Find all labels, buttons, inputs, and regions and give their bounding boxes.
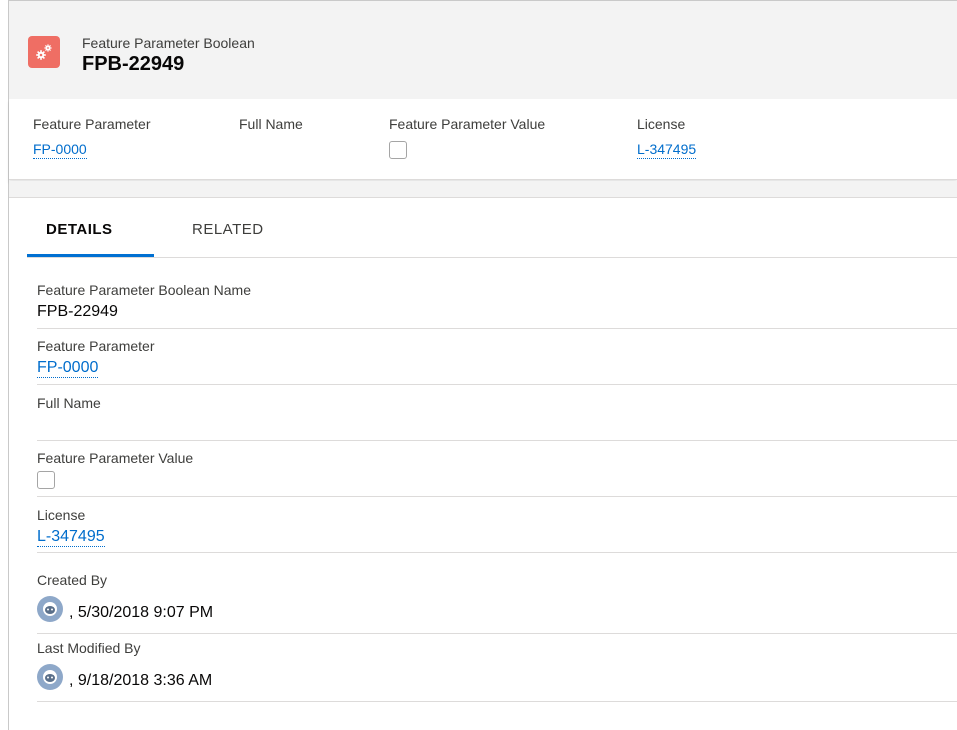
object-type-label: Feature Parameter Boolean <box>82 35 255 51</box>
highlight-license: License L-347495 <box>637 116 697 159</box>
user-avatar-icon[interactable] <box>37 664 63 690</box>
field-feature-parameter: Feature Parameter FP-0000 <box>37 338 957 385</box>
license-detail-link[interactable]: L-347495 <box>37 528 105 547</box>
tab-bar: DETAILS RELATED <box>27 197 957 258</box>
highlight-label: Feature Parameter <box>33 116 151 132</box>
highlight-label: Feature Parameter Value <box>389 116 546 132</box>
last-modified-by-value: , 9/18/2018 3:36 AM <box>69 672 213 689</box>
section-divider <box>9 181 957 198</box>
feature-parameter-detail-link[interactable]: FP-0000 <box>37 359 99 378</box>
field-full-name: Full Name <box>37 395 957 441</box>
highlight-full-name: Full Name <box>239 116 303 141</box>
field-label: Last Modified By <box>37 640 141 656</box>
feature-parameter-value-detail-checkbox <box>37 471 55 489</box>
field-created-by: Created By , 5/30/2018 9:07 PM <box>37 572 957 634</box>
highlight-label: Full Name <box>239 116 303 132</box>
tab-related[interactable]: RELATED <box>192 221 264 238</box>
record-title: FPB-22949 <box>82 53 185 75</box>
record-page: Feature Parameter Boolean FPB-22949 Feat… <box>8 0 957 730</box>
created-by-value: , 5/30/2018 9:07 PM <box>69 604 214 621</box>
field-label: License <box>37 507 86 523</box>
field-label: Feature Parameter Boolean Name <box>37 282 251 298</box>
field-value: FPB-22949 <box>37 303 118 320</box>
feature-parameter-value-checkbox <box>389 141 407 159</box>
field-license: License L-347495 <box>37 507 957 553</box>
field-label: Feature Parameter Value <box>37 450 194 466</box>
highlight-feature-parameter: Feature Parameter FP-0000 <box>33 116 151 159</box>
gears-icon <box>28 36 60 68</box>
field-name: Feature Parameter Boolean Name FPB-22949 <box>37 282 957 329</box>
field-label: Feature Parameter <box>37 338 155 354</box>
field-label: Created By <box>37 572 108 588</box>
highlights-panel: Feature Parameter FP-0000 Full Name Feat… <box>9 99 957 180</box>
highlight-feature-parameter-value: Feature Parameter Value <box>389 116 545 159</box>
field-label: Full Name <box>37 395 101 411</box>
license-link[interactable]: L-347495 <box>637 141 697 159</box>
feature-parameter-link[interactable]: FP-0000 <box>33 141 87 159</box>
field-last-modified-by: Last Modified By , 9/18/2018 3:36 AM <box>37 640 957 702</box>
field-feature-parameter-value: Feature Parameter Value <box>37 450 957 497</box>
highlight-label: License <box>637 116 686 132</box>
user-avatar-icon[interactable] <box>37 596 63 622</box>
record-header: Feature Parameter Boolean FPB-22949 <box>9 1 957 99</box>
active-tab-indicator <box>27 254 154 257</box>
tab-details[interactable]: DETAILS <box>46 221 113 238</box>
